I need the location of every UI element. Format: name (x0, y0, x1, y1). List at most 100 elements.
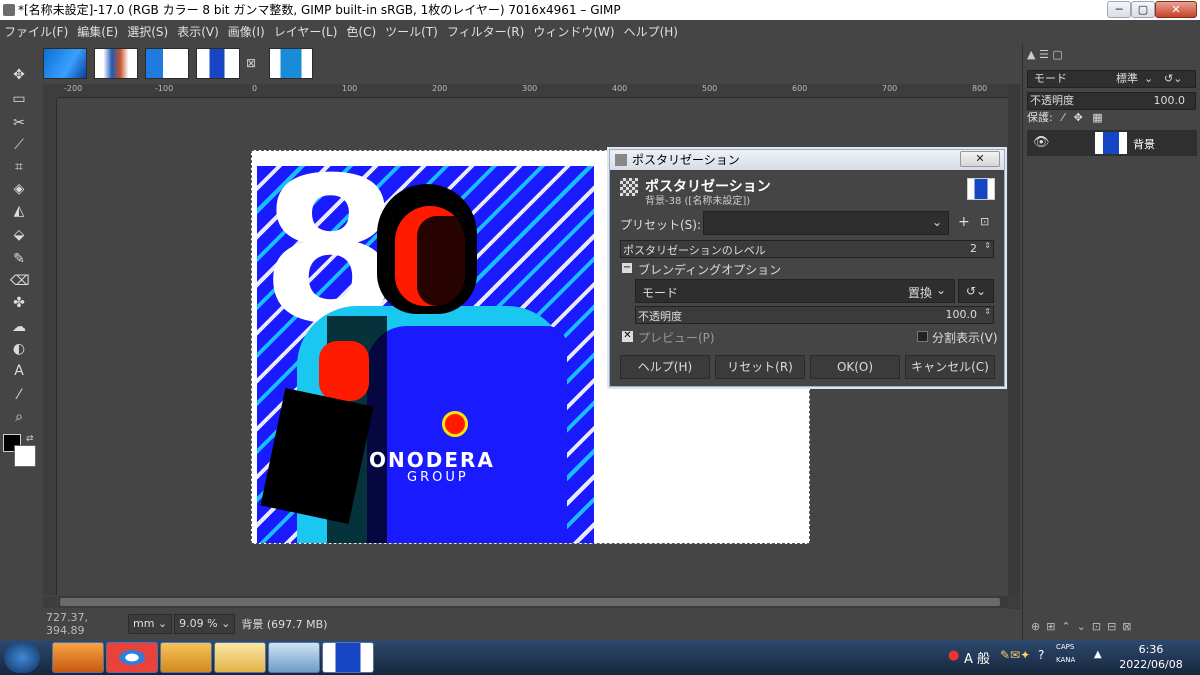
taskbar-app-1[interactable] (52, 642, 104, 673)
composite-mode-button[interactable]: ↺⌄ (958, 279, 994, 303)
close-window-button[interactable]: ✕ (1155, 1, 1197, 18)
dialog-close-button[interactable]: ✕ (960, 151, 1000, 167)
navigate-icon[interactable] (1008, 596, 1020, 608)
menu-view[interactable]: 表示(V) (177, 23, 219, 40)
layer-item[interactable]: 👁 背景 (1027, 130, 1197, 156)
layer-opacity-row[interactable]: 不透明度 100.0 (1027, 92, 1196, 110)
blend-mode-combo[interactable]: モード 置換 ⌄ (635, 279, 955, 303)
image-tab-3[interactable] (145, 48, 189, 79)
lock-alpha-icon[interactable]: ▦ (1092, 111, 1102, 124)
explorer-taskbar-icon[interactable] (214, 642, 266, 673)
rect-select-tool-icon[interactable]: ▭ (10, 90, 28, 108)
collapse-icon[interactable]: − (622, 263, 632, 273)
crop-tool-icon[interactable]: ⌗ (10, 158, 28, 176)
ruler-tick: 0 (252, 84, 258, 93)
preset-menu-icon[interactable]: ⊡ (980, 215, 989, 228)
paintbrush-tool-icon[interactable]: ✎ (10, 250, 28, 268)
split-view-checkbox[interactable] (917, 331, 928, 342)
horizontal-scrollbar[interactable] (58, 596, 1008, 608)
clock-time: 6:36 (1138, 643, 1164, 656)
free-select-tool-icon[interactable]: ✂ (10, 114, 28, 132)
chrome-taskbar-icon[interactable] (106, 642, 158, 673)
zoom-value: 9.09 % (179, 617, 218, 630)
unit-select[interactable]: mm ⌄ (128, 614, 173, 634)
preview-label: プレビュー(P) (638, 331, 715, 345)
spin-icon[interactable]: ⇕ (984, 307, 991, 316)
clock[interactable]: 6:36 2022/06/08 (1108, 642, 1194, 673)
posterized-photo: 8 ONODERA GROUP (257, 166, 594, 543)
menu-colors[interactable]: 色(C) (346, 23, 376, 40)
maximize-button[interactable]: ▢ (1131, 1, 1155, 18)
swap-colors-icon[interactable]: ⇄ (26, 434, 36, 444)
tray-icon[interactable]: ● (948, 648, 959, 663)
menu-select[interactable]: 選択(S) (127, 23, 168, 40)
tray-expand-icon[interactable]: ▲ (1094, 649, 1102, 660)
warp-tool-icon[interactable]: ◭ (10, 202, 28, 220)
dock-tabs-icons[interactable]: ▲ ☰ ▢ (1027, 48, 1083, 64)
ruler-corner[interactable] (43, 84, 58, 98)
close-tab-icon[interactable]: ⊠ (246, 56, 256, 70)
transform-tool-icon[interactable]: ◈ (10, 180, 28, 198)
opacity-slider[interactable]: 不透明度 100.0 ⇕ (635, 306, 994, 324)
image-tab-2[interactable] (94, 48, 138, 79)
minimize-button[interactable]: ─ (1107, 1, 1131, 18)
image-tab-4[interactable] (196, 48, 240, 79)
ime-indicator[interactable]: A 般 (964, 648, 990, 667)
menu-tools[interactable]: ツール(T) (385, 23, 438, 40)
layer-mode-row[interactable]: モード 標準 ⌄ ↺⌄ (1027, 70, 1196, 88)
clone-tool-icon[interactable]: ✤ (10, 294, 28, 312)
quick-mask-toggle[interactable] (43, 596, 57, 608)
menu-windows[interactable]: ウィンドウ(W) (533, 23, 614, 40)
help-icon[interactable]: ? (1038, 648, 1044, 662)
background-color-swatch[interactable] (14, 445, 36, 467)
fuzzy-select-tool-icon[interactable]: ⟋ (10, 136, 28, 154)
ruler-tick: -200 (64, 84, 83, 93)
reset-button[interactable]: リセット(R) (715, 355, 805, 379)
media-taskbar-icon[interactable] (160, 642, 212, 673)
zoom-select[interactable]: 9.09 % ⌄ (174, 614, 236, 634)
menu-layer[interactable]: レイヤー(L) (274, 23, 338, 40)
eye-icon[interactable]: 👁 (1033, 135, 1050, 150)
move-tool-icon[interactable]: ✥ (10, 66, 28, 84)
lock-position-icon[interactable]: ✥ (1074, 111, 1083, 124)
gimp-taskbar-icon[interactable] (322, 642, 374, 673)
levels-slider[interactable]: ポスタリゼーションのレベル 2 ⇕ (620, 240, 994, 258)
cancel-button[interactable]: キャンセル(C) (905, 355, 995, 379)
layer-actions-icons[interactable]: ⊕⊞⌃⌄⊡⊟⊠ (1031, 620, 1195, 634)
zoom-tool-icon[interactable]: ⌕ (10, 408, 28, 426)
dialog-titlebar: ポスタリゼーション (610, 150, 1004, 170)
menu-file[interactable]: ファイル(F) (4, 23, 68, 40)
help-button[interactable]: ヘルプ(H) (620, 355, 710, 379)
start-button[interactable] (4, 642, 40, 673)
ruler-tick: 600 (792, 84, 808, 93)
pointer-coords: 727.37, 394.89 (46, 611, 88, 637)
gimp-app-icon (3, 4, 15, 16)
mode-reset-icon[interactable]: ↺⌄ (1164, 71, 1182, 87)
lock-pixels-icon[interactable]: ⁄ (1062, 111, 1064, 124)
vertical-scrollbar[interactable] (1008, 84, 1020, 609)
text-tool-icon[interactable]: A (10, 362, 28, 380)
bucket-fill-tool-icon[interactable]: ⬙ (10, 226, 28, 244)
preview-checkbox[interactable]: ✕ (622, 331, 633, 342)
dodge-tool-icon[interactable]: ◐ (10, 340, 28, 358)
image-tab-5[interactable] (269, 48, 313, 79)
ok-button[interactable]: OK(O) (810, 355, 900, 379)
opacity-label: 不透明度 (638, 310, 682, 323)
menu-edit[interactable]: 編集(E) (77, 23, 118, 40)
kana-indicator: KANA (1056, 656, 1076, 664)
smudge-tool-icon[interactable]: ☁ (10, 318, 28, 336)
spin-icon[interactable]: ⇕ (984, 241, 991, 250)
tray-tools-icon[interactable]: ✎✉✦ (1000, 648, 1030, 662)
image-tab-1[interactable] (43, 48, 87, 79)
image-tabs: ⊠ (40, 44, 1020, 82)
menu-filters[interactable]: フィルター(R) (447, 23, 524, 40)
color-picker-tool-icon[interactable]: ⁄ (10, 386, 28, 404)
levels-label: ポスタリゼーションのレベル (623, 244, 766, 257)
split-view-label: 分割表示(V) (932, 331, 998, 345)
menu-help[interactable]: ヘルプ(H) (624, 23, 678, 40)
paint-taskbar-icon[interactable] (268, 642, 320, 673)
add-preset-icon[interactable]: + (958, 214, 970, 230)
menu-image[interactable]: 画像(I) (228, 23, 265, 40)
preset-combo[interactable]: ⌄ (703, 211, 949, 235)
eraser-tool-icon[interactable]: ⌫ (10, 272, 30, 290)
